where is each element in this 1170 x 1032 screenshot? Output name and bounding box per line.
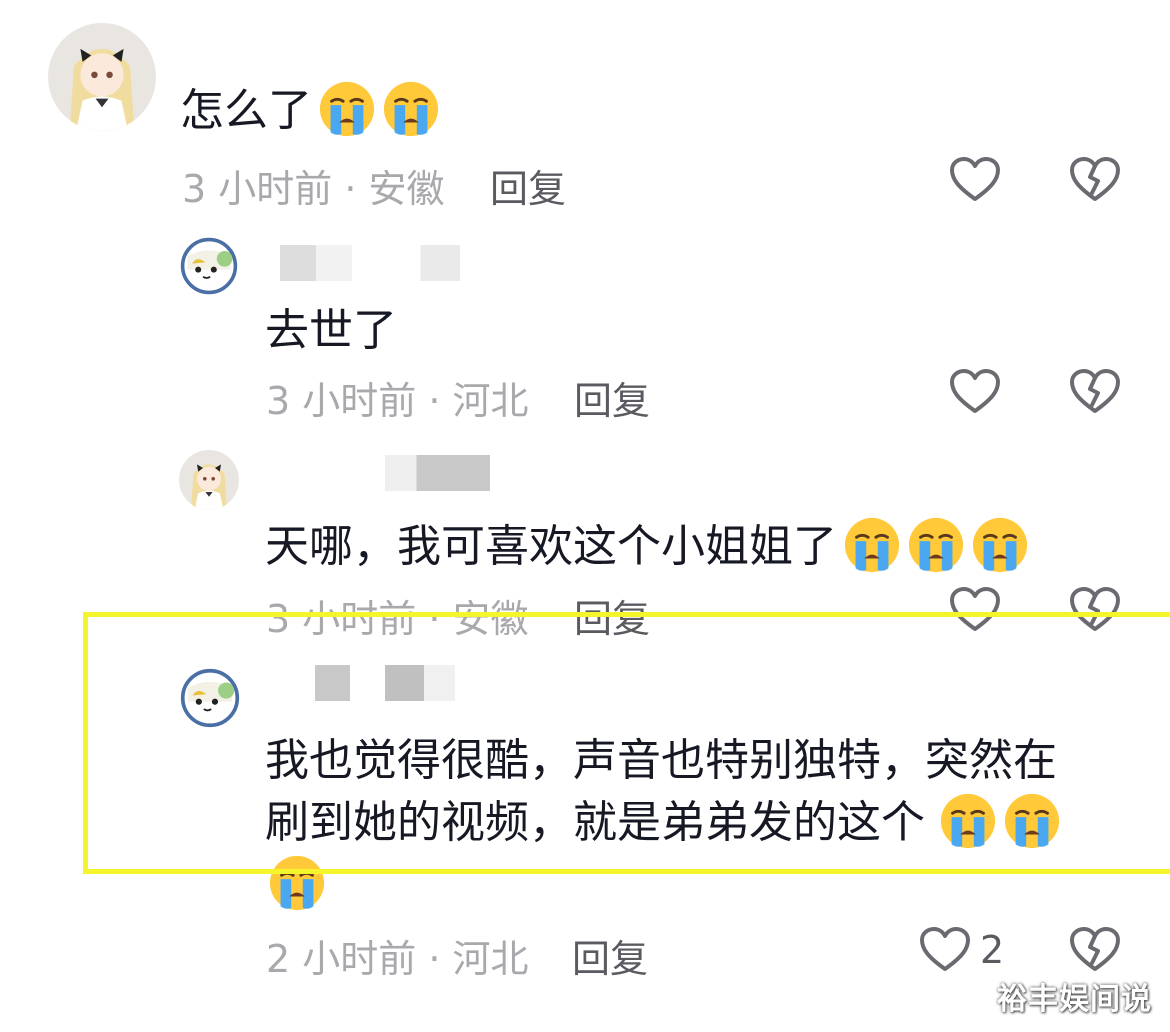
username-redacted[interactable] bbox=[280, 245, 460, 281]
comment-meta: 3 小时前 · 安徽 bbox=[182, 167, 445, 211]
comment-meta: 3 小时前 · 安徽 bbox=[266, 597, 529, 641]
heart-outline-icon[interactable] bbox=[948, 585, 1002, 635]
crying-emoji-icon bbox=[939, 792, 997, 850]
heart-outline-icon[interactable] bbox=[918, 925, 972, 975]
broken-heart-icon[interactable] bbox=[1068, 367, 1122, 417]
comment-text: 怎么了 bbox=[180, 72, 440, 150]
crying-emoji-icon bbox=[907, 516, 965, 574]
user-avatar[interactable] bbox=[48, 23, 156, 131]
comment-meta: 2 小时前 · 河北 bbox=[266, 937, 529, 981]
comment-text-line-2: 刷到她的视频，就是弟弟发的这个 bbox=[265, 784, 1061, 862]
crying-emoji-icon bbox=[318, 80, 376, 138]
crying-emoji-icon bbox=[843, 516, 901, 574]
user-avatar[interactable] bbox=[179, 236, 239, 296]
reply-button[interactable]: 回复 bbox=[572, 928, 648, 983]
user-avatar[interactable] bbox=[179, 667, 241, 729]
user-avatar[interactable] bbox=[179, 450, 239, 510]
broken-heart-icon[interactable] bbox=[1068, 925, 1122, 975]
watermark: 裕丰娱间说 bbox=[997, 982, 1152, 1017]
broken-heart-icon[interactable] bbox=[1068, 155, 1122, 205]
crying-emoji-icon bbox=[971, 516, 1029, 574]
like-count: 2 bbox=[980, 928, 1005, 972]
reply-button[interactable]: 回复 bbox=[574, 588, 650, 643]
broken-heart-icon[interactable] bbox=[1068, 585, 1122, 635]
username-redacted[interactable] bbox=[385, 455, 490, 491]
username-redacted[interactable] bbox=[315, 665, 455, 701]
comment-meta: 3 小时前 · 河北 bbox=[266, 379, 529, 423]
crying-emoji-icon bbox=[268, 854, 326, 912]
heart-outline-icon[interactable] bbox=[948, 155, 1002, 205]
comment-text: 天哪，我可喜欢这个小姐姐了 bbox=[265, 508, 1029, 586]
heart-outline-icon[interactable] bbox=[948, 367, 1002, 417]
reply-button[interactable]: 回复 bbox=[490, 158, 566, 213]
comment-text: 去世了 bbox=[265, 305, 397, 356]
reply-button[interactable]: 回复 bbox=[574, 370, 650, 425]
crying-emoji-icon bbox=[382, 80, 440, 138]
crying-emoji-icon bbox=[1003, 792, 1061, 850]
